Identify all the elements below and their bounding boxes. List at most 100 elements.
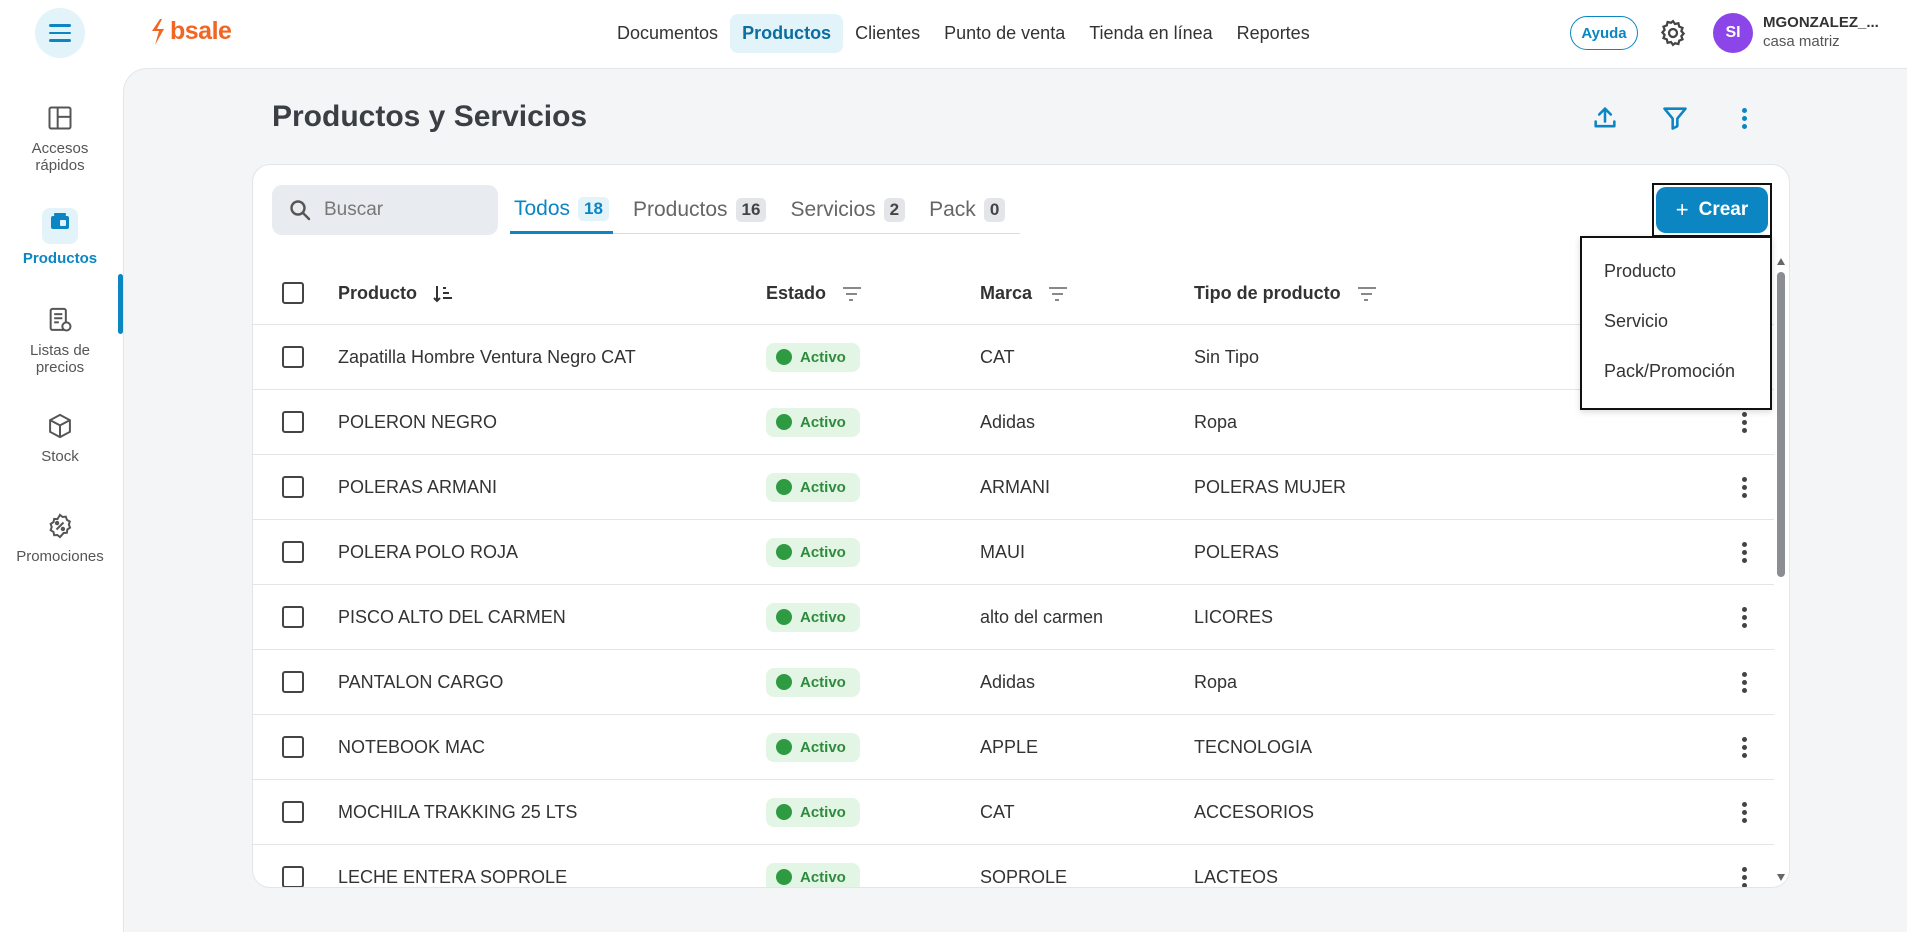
create-menu-item-pack-promocion[interactable]: Pack/Promoción	[1582, 346, 1770, 396]
scroll-up-arrow-icon[interactable]	[1777, 258, 1785, 265]
table-row[interactable]: POLERAS ARMANI Activo ARMANI POLERAS MUJ…	[252, 455, 1774, 520]
status-dot-icon	[776, 479, 792, 495]
bsale-logo[interactable]: bsale	[150, 17, 232, 46]
sort-icon[interactable]	[840, 282, 864, 306]
column-header-tipo-de-producto[interactable]: Tipo de producto	[1194, 262, 1379, 325]
cell-producto[interactable]: LECHE ENTERA SOPROLE	[338, 845, 567, 887]
cell-marca: Adidas	[980, 671, 1036, 692]
nav-reportes[interactable]: Reportes	[1225, 14, 1322, 53]
top-nav: Documentos Productos Clientes Punto de v…	[605, 14, 1322, 53]
cell-marca: Adidas	[980, 411, 1036, 432]
table-row[interactable]: Zapatilla Hombre Ventura Negro CAT Activ…	[252, 325, 1774, 390]
bsale-logo-text: bsale	[170, 17, 232, 45]
cell-producto[interactable]: PANTALON CARGO	[338, 650, 503, 714]
column-header-marca[interactable]: Marca	[980, 262, 1070, 325]
row-checkbox[interactable]	[282, 346, 304, 368]
row-actions-icon[interactable]	[1732, 735, 1756, 759]
scrollbar-thumb[interactable]	[1777, 272, 1785, 577]
sidebar-item-stock[interactable]: Stock	[0, 412, 120, 465]
sort-icon[interactable]	[1355, 282, 1379, 306]
create-button[interactable]: + Crear	[1656, 187, 1768, 233]
cell-tipo: TECNOLOGIA	[1194, 736, 1313, 757]
cell-producto[interactable]: POLERON NEGRO	[338, 390, 497, 454]
sort-ascending-icon[interactable]	[431, 282, 455, 306]
status-dot-icon	[776, 739, 792, 755]
nav-punto-de-venta[interactable]: Punto de venta	[932, 14, 1077, 53]
create-menu-item-servicio[interactable]: Servicio	[1582, 296, 1770, 346]
status-label: Activo	[800, 738, 846, 756]
tab-count: 2	[883, 198, 906, 222]
cell-producto[interactable]: PISCO ALTO DEL CARMEN	[338, 585, 566, 649]
discount-badge-icon	[49, 513, 72, 539]
tab-count: 18	[578, 196, 609, 221]
search-box[interactable]	[272, 185, 498, 235]
user-info[interactable]: MGONZALEZ_... casa matriz	[1763, 14, 1879, 50]
search-input[interactable]	[324, 199, 474, 221]
status-label: Activo	[800, 803, 846, 821]
cell-producto[interactable]: NOTEBOOK MAC	[338, 715, 485, 779]
nav-clientes[interactable]: Clientes	[843, 14, 932, 53]
create-button-highlight: + Crear	[1652, 183, 1772, 237]
status-label: Activo	[800, 413, 846, 431]
column-header-estado[interactable]: Estado	[766, 262, 864, 325]
sidebar-item-listas-de-precios[interactable]: Listas de precios	[0, 306, 120, 376]
cell-marca: MAUI	[980, 541, 1025, 562]
tab-label: Servicios	[790, 198, 876, 221]
row-checkbox[interactable]	[282, 801, 304, 823]
sort-icon[interactable]	[1046, 282, 1070, 306]
filter-icon[interactable]	[1661, 104, 1689, 132]
table-row[interactable]: LECHE ENTERA SOPROLE Activo SOPROLE LACT…	[252, 845, 1774, 887]
cell-producto[interactable]: POLERAS ARMANI	[338, 455, 497, 519]
row-actions-icon[interactable]	[1732, 670, 1756, 694]
table-row[interactable]: POLERA POLO ROJA Activo MAUI POLERAS	[252, 520, 1774, 585]
table-row[interactable]: NOTEBOOK MAC Activo APPLE TECNOLOGIA	[252, 715, 1774, 780]
status-badge: Activo	[766, 862, 860, 887]
avatar[interactable]: SI	[1713, 13, 1753, 53]
cell-producto[interactable]: POLERA POLO ROJA	[338, 520, 518, 584]
sidebar: Accesos rápidos Productos Listas de prec…	[0, 66, 123, 932]
tab-productos[interactable]: Productos 16	[629, 186, 770, 234]
row-checkbox[interactable]	[282, 736, 304, 758]
row-actions-icon[interactable]	[1732, 865, 1756, 887]
column-header-label: Tipo de producto	[1194, 283, 1341, 303]
scroll-down-arrow-icon[interactable]	[1777, 874, 1785, 881]
cell-producto[interactable]: MOCHILA TRAKKING 25 LTS	[338, 780, 577, 844]
row-actions-icon[interactable]	[1732, 800, 1756, 824]
create-menu: Producto Servicio Pack/Promoción	[1580, 236, 1772, 410]
gear-icon[interactable]	[1658, 18, 1688, 48]
table-row[interactable]: PANTALON CARGO Activo Adidas Ropa	[252, 650, 1774, 715]
row-actions-icon[interactable]	[1732, 540, 1756, 564]
menu-icon[interactable]	[35, 8, 85, 58]
upload-icon[interactable]	[1591, 104, 1619, 132]
table-row[interactable]: PISCO ALTO DEL CARMEN Activo alto del ca…	[252, 585, 1774, 650]
create-button-label: Crear	[1698, 199, 1749, 220]
nav-tienda-en-linea[interactable]: Tienda en línea	[1077, 14, 1224, 53]
row-actions-icon[interactable]	[1732, 410, 1756, 434]
create-menu-item-producto[interactable]: Producto	[1582, 246, 1770, 296]
status-badge: Activo	[766, 797, 860, 827]
row-actions-icon[interactable]	[1732, 475, 1756, 499]
cell-tipo: POLERAS	[1194, 541, 1280, 562]
table-row[interactable]: MOCHILA TRAKKING 25 LTS Activo CAT ACCES…	[252, 780, 1774, 845]
cell-producto[interactable]: Zapatilla Hombre Ventura Negro CAT	[338, 325, 636, 389]
row-checkbox[interactable]	[282, 411, 304, 433]
row-checkbox[interactable]	[282, 671, 304, 693]
sidebar-item-productos[interactable]: Productos	[0, 208, 120, 267]
nav-productos[interactable]: Productos	[730, 14, 844, 53]
sidebar-item-accesos-rapidos[interactable]: Accesos rápidos	[0, 104, 120, 174]
tab-pack[interactable]: Pack 0	[925, 186, 1009, 234]
row-checkbox[interactable]	[282, 541, 304, 563]
column-header-producto[interactable]: Producto	[338, 262, 455, 325]
select-all-checkbox[interactable]	[282, 282, 304, 304]
more-options-icon[interactable]	[1730, 104, 1758, 132]
row-checkbox[interactable]	[282, 606, 304, 628]
row-checkbox[interactable]	[282, 476, 304, 498]
row-actions-icon[interactable]	[1732, 605, 1756, 629]
tab-todos[interactable]: Todos 18	[510, 186, 613, 234]
row-checkbox[interactable]	[282, 866, 304, 887]
help-button[interactable]: Ayuda	[1570, 16, 1638, 50]
nav-documentos[interactable]: Documentos	[605, 14, 730, 53]
sidebar-item-promociones[interactable]: Promociones	[0, 512, 120, 565]
tab-servicios[interactable]: Servicios 2	[786, 186, 909, 234]
table-row[interactable]: POLERON NEGRO Activo Adidas Ropa	[252, 390, 1774, 455]
